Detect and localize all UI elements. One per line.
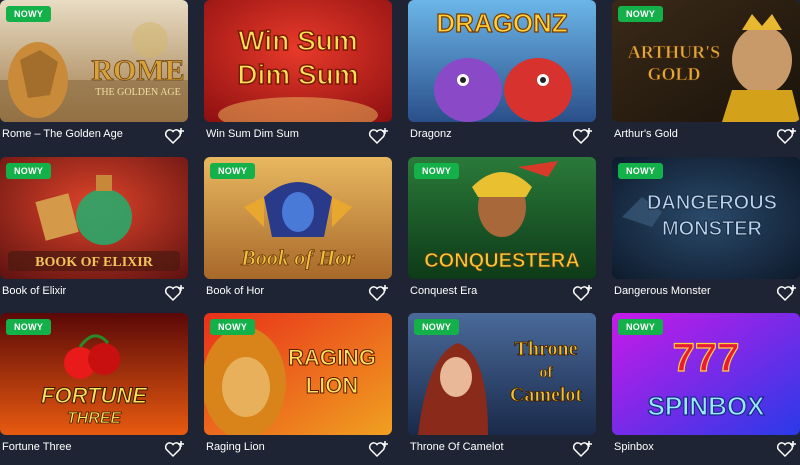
art-title-line1: Win Sum bbox=[238, 25, 358, 56]
game-tile-book-of-elixir[interactable]: BOOK OF ELIXIR NOWY Book of Elixir bbox=[0, 157, 188, 309]
game-tile-raging-lion[interactable]: RAGING LION NOWY Raging Lion bbox=[204, 313, 392, 465]
art-title-line1: ROME bbox=[91, 54, 184, 87]
art-title-line2: MONSTER bbox=[662, 218, 763, 240]
art-title-line2: Dim Sum bbox=[237, 59, 358, 90]
game-title[interactable]: Conquest Era bbox=[410, 285, 477, 297]
game-tile-spinbox[interactable]: 777 SPINBOX NOWY Spinbox bbox=[612, 313, 800, 465]
add-favorite-icon[interactable] bbox=[368, 439, 390, 459]
game-tile-arthurs-gold[interactable]: ARTHUR'S GOLD NOWY Arthur's Gold bbox=[612, 0, 800, 152]
art-title-line1: ARTHUR'S bbox=[628, 42, 720, 62]
art-title-line1: DANGEROUS bbox=[647, 192, 777, 214]
art-title-line1: 777 bbox=[673, 336, 740, 380]
new-badge: NOWY bbox=[210, 319, 256, 335]
game-tile-throne-of-camelot[interactable]: Throne of Camelot NOWY Throne Of Camelot bbox=[408, 313, 596, 465]
game-title[interactable]: Throne Of Camelot bbox=[410, 441, 504, 453]
game-thumbnail[interactable]: DRAGONZ bbox=[408, 0, 596, 122]
new-badge: NOWY bbox=[6, 6, 52, 22]
art-title-line1: Book of Hor bbox=[240, 245, 355, 270]
new-badge: NOWY bbox=[414, 163, 460, 179]
game-title[interactable]: Rome – The Golden Age bbox=[2, 128, 123, 140]
game-title[interactable]: Fortune Three bbox=[2, 441, 72, 453]
game-tile-win-sum-dim-sum[interactable]: Win Sum Dim Sum Win Sum Dim Sum bbox=[204, 0, 392, 152]
add-favorite-icon[interactable] bbox=[164, 126, 186, 146]
add-favorite-icon[interactable] bbox=[164, 439, 186, 459]
game-title[interactable]: Book of Hor bbox=[206, 285, 264, 297]
game-tile-dragonz[interactable]: DRAGONZ Dragonz bbox=[408, 0, 596, 152]
new-badge: NOWY bbox=[6, 319, 52, 335]
add-favorite-icon[interactable] bbox=[164, 283, 186, 303]
new-badge: NOWY bbox=[618, 319, 664, 335]
art-title-line3: Camelot bbox=[510, 384, 583, 406]
art-title-line2: LION bbox=[306, 373, 359, 398]
game-title[interactable]: Spinbox bbox=[614, 441, 654, 453]
game-tile-rome[interactable]: ROME THE GOLDEN AGE NOWY Rome – The Gold… bbox=[0, 0, 188, 152]
art-title-line1: CONQUESTERA bbox=[424, 250, 580, 272]
new-badge: NOWY bbox=[210, 163, 256, 179]
game-title[interactable]: Dragonz bbox=[410, 128, 452, 140]
game-title[interactable]: Win Sum Dim Sum bbox=[206, 128, 299, 140]
game-title[interactable]: Dangerous Monster bbox=[614, 285, 711, 297]
game-grid: ROME THE GOLDEN AGE NOWY Rome – The Gold… bbox=[0, 0, 800, 460]
add-favorite-icon[interactable] bbox=[368, 126, 390, 146]
art-title-line1: BOOK OF ELIXIR bbox=[35, 255, 154, 270]
new-badge: NOWY bbox=[414, 319, 460, 335]
add-favorite-icon[interactable] bbox=[776, 439, 798, 459]
add-favorite-icon[interactable] bbox=[368, 283, 390, 303]
add-favorite-icon[interactable] bbox=[572, 126, 594, 146]
new-badge: NOWY bbox=[618, 163, 664, 179]
art-title-line1: RAGING bbox=[288, 345, 376, 370]
game-title[interactable]: Arthur's Gold bbox=[614, 128, 678, 140]
add-favorite-icon[interactable] bbox=[776, 126, 798, 146]
art-title-line1: FORTUNE bbox=[41, 383, 148, 408]
art-title-line1: DRAGONZ bbox=[436, 8, 568, 38]
game-tile-book-of-hor[interactable]: Book of Hor NOWY Book of Hor bbox=[204, 157, 392, 309]
add-favorite-icon[interactable] bbox=[572, 439, 594, 459]
game-thumbnail[interactable]: Win Sum Dim Sum bbox=[204, 0, 392, 122]
art-title-line2: of bbox=[539, 364, 553, 381]
game-title[interactable]: Book of Elixir bbox=[2, 285, 66, 297]
game-tile-conquest-era[interactable]: CONQUESTERA NOWY Conquest Era bbox=[408, 157, 596, 309]
art-title-line2: THE GOLDEN AGE bbox=[95, 87, 181, 98]
game-tile-dangerous-monster[interactable]: DANGEROUS MONSTER NOWY Dangerous Monster bbox=[612, 157, 800, 309]
art-title-line1: Throne bbox=[515, 338, 578, 360]
art-title-line2: GOLD bbox=[647, 64, 700, 84]
game-title[interactable]: Raging Lion bbox=[206, 441, 265, 453]
new-badge: NOWY bbox=[6, 163, 52, 179]
add-favorite-icon[interactable] bbox=[572, 283, 594, 303]
art-title-line2: SPINBOX bbox=[647, 391, 765, 421]
add-favorite-icon[interactable] bbox=[776, 283, 798, 303]
game-tile-fortune-three[interactable]: FORTUNE THREE NOWY Fortune Three bbox=[0, 313, 188, 465]
art-title-line2: THREE bbox=[67, 410, 123, 427]
new-badge: NOWY bbox=[618, 6, 664, 22]
